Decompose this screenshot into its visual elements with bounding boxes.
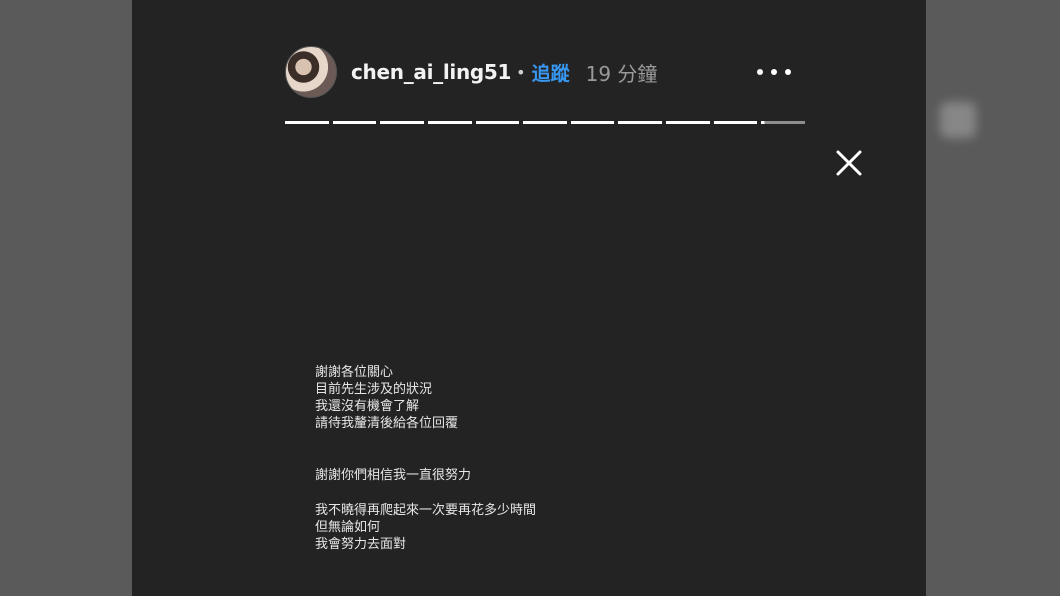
avatar[interactable] — [285, 46, 337, 98]
more-dot — [771, 69, 777, 75]
message-line: 我不曉得再爬起來一次要再花多少時間 — [315, 503, 537, 518]
follow-button[interactable]: 追蹤 — [532, 59, 570, 86]
progress-segment — [523, 121, 567, 124]
progress-segment — [427, 121, 472, 124]
message-line: 謝謝你們相信我一直很努力 — [315, 468, 472, 483]
story-progress-bar — [285, 121, 806, 125]
next-story-thumbnail[interactable] — [940, 102, 976, 138]
timestamp: 19 分鐘 — [585, 61, 658, 86]
progress-segment — [475, 121, 520, 124]
message-line: 目前先生涉及的狀況 — [315, 382, 433, 397]
more-dot — [757, 69, 763, 75]
progress-segment — [666, 121, 710, 124]
close-icon-svg — [836, 150, 862, 176]
more-dot — [785, 69, 791, 75]
close-icon[interactable] — [834, 148, 864, 178]
separator-dot: • — [516, 62, 526, 82]
progress-segment — [380, 121, 424, 124]
progress-segment — [570, 121, 615, 124]
message-line: 我還沒有機會了解 — [315, 399, 420, 414]
story-header: chen_ai_ling51 • 追蹤 19 分鐘 — [285, 46, 805, 98]
progress-segment — [285, 121, 329, 124]
progress-segment — [332, 121, 377, 124]
progress-segment — [618, 121, 663, 124]
username[interactable]: chen_ai_ling51 — [351, 60, 511, 84]
message-line: 但無論如何 — [315, 520, 381, 535]
progress-segment — [761, 121, 806, 124]
story-message: 謝謝各位關心 目前先生涉及的狀況 我還沒有機會了解 請待我釐清後給各位回覆 謝謝… — [315, 364, 536, 553]
progress-segment — [713, 121, 758, 124]
more-options-icon[interactable] — [757, 62, 791, 82]
message-line: 我會努力去面對 — [315, 537, 407, 552]
message-line: 謝謝各位關心 — [315, 365, 394, 380]
message-line: 請待我釐清後給各位回覆 — [315, 416, 459, 431]
